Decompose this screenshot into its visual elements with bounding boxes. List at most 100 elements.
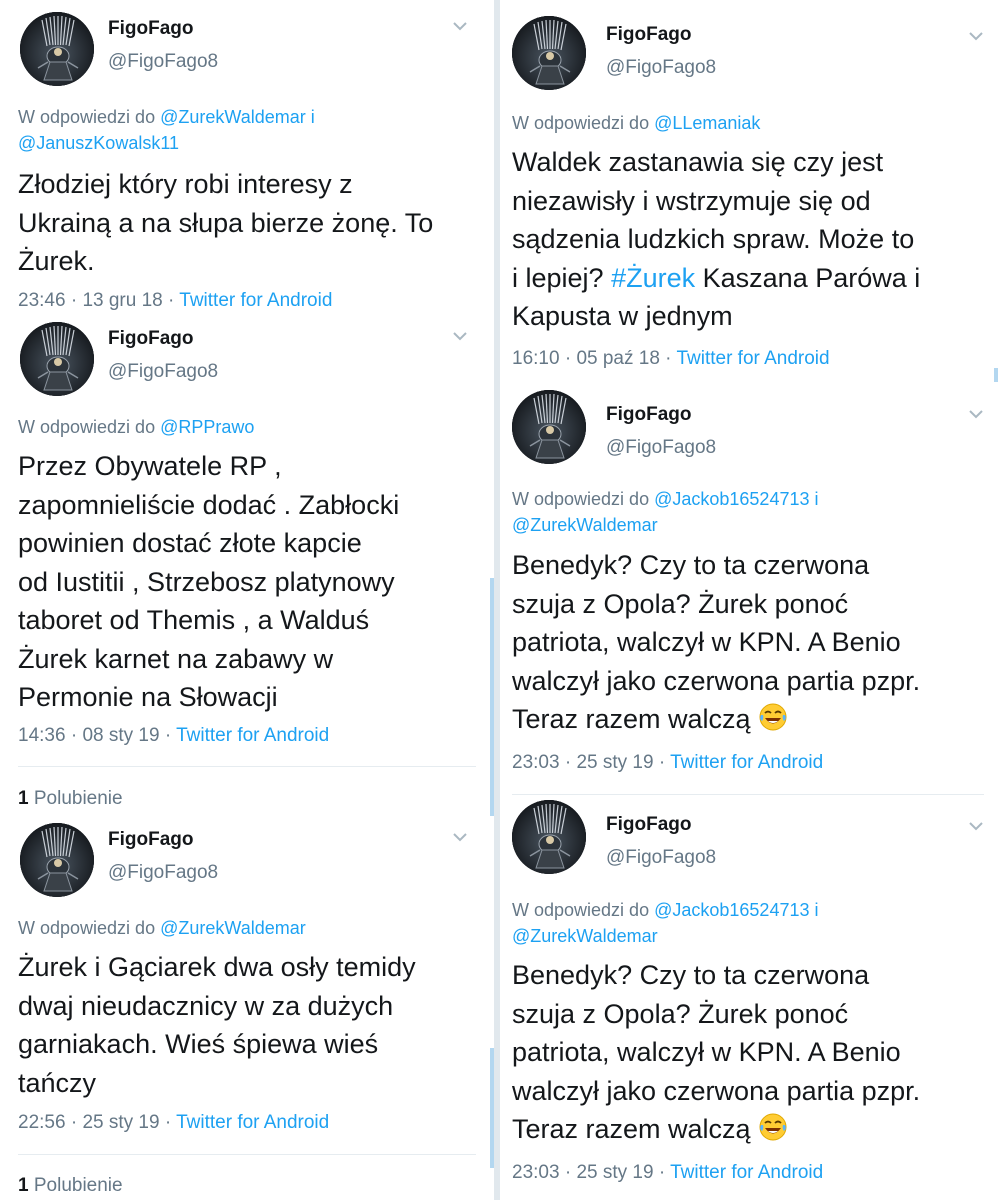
reply-context: W odpowiedzi do @LLemaniak xyxy=(512,110,760,136)
tweet-source[interactable]: Twitter for Android xyxy=(176,725,329,746)
avatar[interactable] xyxy=(20,12,94,86)
reply-mention[interactable]: @ZurekWaldemar xyxy=(160,918,306,938)
tweet-text-line: Teraz razem walczą xyxy=(512,700,982,739)
tweet-date[interactable]: 25 sty 19 xyxy=(82,1112,159,1133)
user-name[interactable]: FigoFago xyxy=(606,404,691,426)
user-handle[interactable]: @FigoFago8 xyxy=(108,361,218,383)
tweet-source[interactable]: Twitter for Android xyxy=(179,290,332,311)
user-handle[interactable]: @FigoFago8 xyxy=(606,437,716,459)
divider xyxy=(18,766,476,767)
user-handle[interactable]: @FigoFago8 xyxy=(606,847,716,869)
tweet-time: 22:56 xyxy=(18,1112,66,1133)
tweet[interactable]: FigoFago @FigoFago8 W odpowiedzi do @Zur… xyxy=(0,12,494,312)
user-name[interactable]: FigoFago xyxy=(108,18,193,40)
reply-mention[interactable]: @Jackob16524713 xyxy=(654,900,809,920)
reply-mention[interactable]: @LLemaniak xyxy=(654,113,760,133)
tweet-time: 14:36 xyxy=(18,725,66,746)
reply-context: W odpowiedzi do @Jackob16524713 i @Zurek… xyxy=(512,486,819,538)
tweet-date[interactable]: 13 gru 18 xyxy=(82,290,162,311)
tweet-text-line: patriota, walczył w KPN. A Benio xyxy=(512,1037,901,1067)
tweet[interactable]: FigoFago @FigoFago8 W odpowiedzi do @Jac… xyxy=(500,800,1000,1200)
right-timeline: FigoFago @FigoFago8 W odpowiedzi do @LLe… xyxy=(500,0,1000,1200)
tweet-time: 16:10 xyxy=(512,348,560,369)
reply-mention[interactable]: @ZurekWaldemar xyxy=(512,515,658,535)
tweet-source[interactable]: Twitter for Android xyxy=(670,752,823,773)
reply-mention[interactable]: @JanuszKowalsk11 xyxy=(18,133,179,153)
avatar[interactable] xyxy=(512,800,586,874)
tweet-text-line: Żurek i Gąciarek dwa osły temidy xyxy=(18,952,416,982)
tweet-text-line: zapomnieliście dodać . Zabłocki xyxy=(18,489,400,520)
tweet-text-line: sądzenia ludzkich spraw. Może to xyxy=(512,224,915,254)
tweet-source[interactable]: Twitter for Android xyxy=(670,1162,823,1183)
reply-context: W odpowiedzi do @RPPrawo xyxy=(18,414,254,440)
reply-mention[interactable]: @Jackob16524713 xyxy=(654,489,809,509)
reply-joiner: i xyxy=(814,900,819,920)
likes-label: Polubienie xyxy=(33,788,123,809)
likes-count[interactable]: 1 Polubienie xyxy=(18,788,123,810)
likes-count[interactable]: 1 Polubienie xyxy=(18,1175,123,1197)
tweet-text: Przez Obywatele RP , zapomnieliście doda… xyxy=(18,447,476,717)
tweet-text-line: szuja z Opola? Żurek ponoć xyxy=(512,588,849,619)
tweet[interactable]: FigoFago @FigoFago8 W odpowiedzi do @Jac… xyxy=(500,390,1000,790)
avatar[interactable] xyxy=(20,823,94,897)
chevron-down-icon[interactable] xyxy=(968,30,984,42)
likes-number: 1 xyxy=(18,1175,29,1196)
tweet-text-line: Przez Obywatele RP , xyxy=(18,451,282,481)
tweet-time: 23:46 xyxy=(18,290,66,311)
likes-number: 1 xyxy=(18,788,29,809)
reply-prefix: W odpowiedzi do xyxy=(512,489,650,509)
user-handle[interactable]: @FigoFago8 xyxy=(606,57,716,79)
avatar[interactable] xyxy=(512,390,586,464)
tweet-text-line: szuja z Opola? Żurek ponoć xyxy=(512,998,849,1029)
reply-mention[interactable]: @RPPrawo xyxy=(160,417,254,437)
tweet-text-line: garniakach. Wieś śpiewa wieś xyxy=(18,1029,379,1059)
avatar[interactable] xyxy=(20,322,94,396)
tweet-date[interactable]: 25 sty 19 xyxy=(576,1162,653,1183)
chevron-down-icon[interactable] xyxy=(452,831,468,843)
tweet-text: Waldek zastanawia się czy jest niezawisł… xyxy=(512,143,982,336)
tweet-source[interactable]: Twitter for Android xyxy=(176,1112,329,1133)
tweet-meta: 16:10 · 05 paź 18 · Twitter for Android xyxy=(512,348,830,369)
tweet-text-line: dwaj nieudacznicy w za dużych xyxy=(18,990,394,1021)
divider xyxy=(18,1154,476,1155)
user-name[interactable]: FigoFago xyxy=(606,24,691,46)
tweet-source[interactable]: Twitter for Android xyxy=(676,348,829,369)
reply-context: W odpowiedzi do @Jackob16524713 i @Zurek… xyxy=(512,897,819,949)
user-name[interactable]: FigoFago xyxy=(108,328,193,350)
tweet-meta: 23:03 · 25 sty 19 · Twitter for Android xyxy=(512,1162,824,1183)
chevron-down-icon[interactable] xyxy=(452,20,468,32)
tweet-text-segment: Teraz razem walczą xyxy=(512,704,751,734)
left-timeline: FigoFago @FigoFago8 W odpowiedzi do @Zur… xyxy=(0,0,494,1200)
tweet-text-line: Benedyk? Czy to ta czerwona xyxy=(512,550,870,580)
hashtag-link[interactable]: #Żurek xyxy=(611,263,695,293)
user-handle[interactable]: @FigoFago8 xyxy=(108,862,218,884)
divider xyxy=(512,794,984,795)
reply-mention[interactable]: @ZurekWaldemar xyxy=(160,107,306,127)
tweet-text-line: Permonie na Słowacji xyxy=(18,682,278,712)
user-handle[interactable]: @FigoFago8 xyxy=(108,51,218,73)
tweet[interactable]: FigoFago @FigoFago8 W odpowiedzi do @RPP… xyxy=(0,322,494,812)
tweet-date[interactable]: 08 sty 19 xyxy=(82,725,159,746)
scrollbar[interactable] xyxy=(994,368,998,382)
tweet[interactable]: FigoFago @FigoFago8 W odpowiedzi do @Zur… xyxy=(0,823,494,1200)
reply-prefix: W odpowiedzi do xyxy=(18,918,156,938)
tweet[interactable]: FigoFago @FigoFago8 W odpowiedzi do @LLe… xyxy=(500,16,1000,376)
tweet-text-line: taboret od Themis , a Walduś xyxy=(18,605,370,635)
user-name[interactable]: FigoFago xyxy=(606,814,691,836)
user-name[interactable]: FigoFago xyxy=(108,829,193,851)
tweet-text-line: Teraz razem walczą xyxy=(512,1110,982,1149)
tweet-date[interactable]: 05 paź 18 xyxy=(576,348,659,369)
tweet-text-line: Waldek zastanawia się czy jest xyxy=(512,147,884,177)
avatar[interactable] xyxy=(512,16,586,90)
tweet-date[interactable]: 25 sty 19 xyxy=(576,752,653,773)
reply-mention[interactable]: @ZurekWaldemar xyxy=(512,926,658,946)
reply-prefix: W odpowiedzi do xyxy=(18,107,156,127)
chevron-down-icon[interactable] xyxy=(968,408,984,420)
tweet-text-line: Złodziej który robi interesy z xyxy=(18,169,353,199)
chevron-down-icon[interactable] xyxy=(452,330,468,342)
tweet-meta: 14:36 · 08 sty 19 · Twitter for Android xyxy=(18,725,330,746)
tweet-text-line: walczył jako czerwona partia pzpr. xyxy=(512,665,921,696)
chevron-down-icon[interactable] xyxy=(968,820,984,832)
tweet-text-line: walczył jako czerwona partia pzpr. xyxy=(512,1075,921,1106)
tweet-text-line: Kapusta w jednym xyxy=(512,301,733,331)
